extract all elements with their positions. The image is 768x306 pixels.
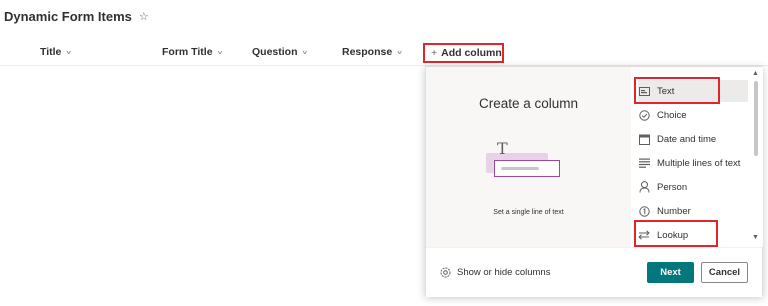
multiline-icon <box>638 157 650 169</box>
star-icon[interactable]: ☆ <box>139 10 149 23</box>
page-title-text: Dynamic Form Items <box>4 9 132 24</box>
scroll-up-icon[interactable]: ▲ <box>752 70 759 77</box>
chevron-down-icon: ∨ <box>65 48 72 55</box>
column-header-response[interactable]: Response ∨ <box>342 46 403 58</box>
column-type-label: Multiple lines of text <box>657 157 741 169</box>
create-column-panel: Create a column T Set a single line of t… <box>425 66 763 297</box>
cancel-button[interactable]: Cancel <box>701 262 748 283</box>
scroll-down-icon[interactable]: ▼ <box>752 234 759 241</box>
column-header-label: Form Title <box>162 46 213 58</box>
text-field-illustration: T <box>484 139 574 189</box>
illustration-textbox <box>494 160 560 177</box>
page-title: Dynamic Form Items ☆ <box>4 9 149 24</box>
column-type-person[interactable]: Person <box>638 176 748 198</box>
illustration-line <box>501 167 539 170</box>
add-column-button[interactable]: + Add column <box>423 43 504 63</box>
show-hide-label: Show or hide columns <box>457 267 551 278</box>
column-header-form-title[interactable]: Form Title ∨ <box>162 46 223 58</box>
number-icon <box>638 205 650 217</box>
calendar-icon <box>638 133 650 145</box>
panel-title: Create a column <box>478 96 579 111</box>
vertical-scrollbar[interactable]: ▲ ▼ <box>749 67 763 247</box>
preview-pane: Create a column T Set a single line of t… <box>426 67 631 247</box>
next-button[interactable]: Next <box>647 262 694 283</box>
plus-icon: + <box>431 47 438 59</box>
column-header-label: Question <box>252 46 298 58</box>
column-type-multiline[interactable]: Multiple lines of text <box>638 152 748 174</box>
column-header-question[interactable]: Question ∨ <box>252 46 308 58</box>
column-type-label: Date and time <box>657 133 717 145</box>
panel-footer: Show or hide columns Next Cancel <box>426 247 762 297</box>
column-type-list: Text Choice Date and time Multiple lines… <box>631 67 749 247</box>
column-header-row: Title ∨ Form Title ∨ Question ∨ Response ∨ <box>0 40 768 66</box>
choice-icon <box>638 109 650 121</box>
column-header-title[interactable]: Title ∨ <box>40 46 72 58</box>
add-column-label: Add column <box>441 47 502 59</box>
highlight-text-option <box>634 77 720 104</box>
highlight-lookup-option <box>634 220 718 247</box>
person-icon <box>638 181 650 193</box>
column-header-label: Response <box>342 46 393 58</box>
column-type-date-time[interactable]: Date and time <box>638 128 748 150</box>
column-type-label: Number <box>657 205 691 217</box>
column-type-description: Set a single line of text <box>493 209 564 216</box>
column-type-label: Person <box>657 181 688 193</box>
chevron-down-icon: ∨ <box>216 48 224 55</box>
show-hide-columns-link[interactable]: Show or hide columns <box>440 267 550 278</box>
illustration-glyph: T <box>497 139 508 158</box>
column-type-number[interactable]: Number <box>638 200 748 222</box>
chevron-down-icon: ∨ <box>396 48 403 55</box>
column-type-label: Choice <box>657 109 687 121</box>
column-header-label: Title <box>40 46 62 58</box>
gear-icon <box>440 267 451 278</box>
scrollbar-thumb[interactable] <box>754 81 758 156</box>
column-type-choice[interactable]: Choice <box>638 104 748 126</box>
chevron-down-icon: ∨ <box>301 48 309 55</box>
